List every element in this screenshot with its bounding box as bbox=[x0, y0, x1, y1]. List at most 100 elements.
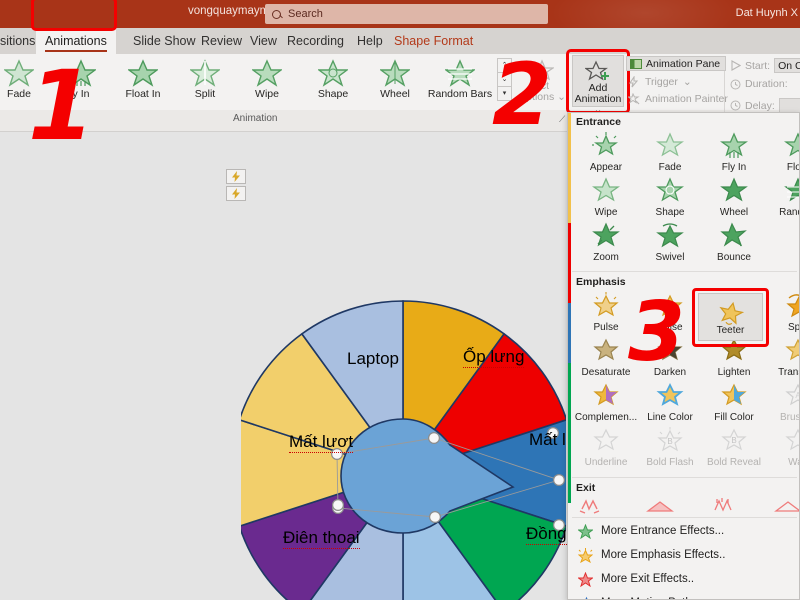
gallery-item-label: Swivel bbox=[638, 252, 702, 263]
menu-item-more-exit-effects[interactable]: More Exit Effects.. bbox=[568, 568, 800, 590]
star-icon: B bbox=[720, 426, 748, 454]
menu-item-label: More Exit Effects.. bbox=[601, 573, 694, 585]
tab-label: Slide Show bbox=[133, 34, 196, 48]
start-label: Start: bbox=[745, 60, 770, 72]
gallery-item-complementary-color[interactable]: Complemen... bbox=[574, 381, 638, 428]
dropdown-edge-accent bbox=[568, 113, 571, 223]
gallery-item-bounce[interactable]: Bounce bbox=[702, 221, 766, 268]
play-icon bbox=[730, 60, 741, 71]
gallery-item-label: Desaturate bbox=[574, 367, 638, 378]
trigger-button[interactable]: Trigger ⌄ bbox=[628, 76, 692, 88]
ribbon-effect-float-in[interactable]: Float In bbox=[110, 56, 176, 106]
search-placeholder: Search bbox=[288, 8, 323, 20]
selected-effect-teeter[interactable]: Teeter bbox=[698, 293, 763, 341]
gallery-item-label: Underline bbox=[574, 457, 638, 468]
effect-options-icon bbox=[530, 59, 554, 81]
effect-label: Wipe bbox=[234, 88, 300, 100]
ribbon-effect-fade[interactable]: Fade bbox=[0, 56, 52, 106]
gallery-item-fill-color[interactable]: Fill Color bbox=[702, 381, 766, 428]
tab-animations[interactable]: Animations bbox=[36, 28, 116, 54]
group-label-animation: Animation bbox=[233, 113, 277, 124]
gallery-item-fade[interactable]: Fade bbox=[638, 131, 702, 178]
gallery-item-fly-in[interactable]: Fly In bbox=[702, 131, 766, 178]
star-icon bbox=[784, 176, 800, 204]
spinner-wheel-graphic[interactable]: Laptop Ốp lưng Mất l Đồng Cáp sac MTB Đi… bbox=[241, 299, 566, 600]
star-icon bbox=[772, 497, 800, 515]
star-icon bbox=[656, 221, 684, 249]
effect-options-button[interactable]: ect Options ⌄ bbox=[516, 57, 568, 107]
star-icon: A bbox=[784, 381, 800, 409]
animation-sequence-marker-1[interactable] bbox=[226, 169, 246, 184]
gallery-item-desaturate[interactable]: Desaturate bbox=[574, 336, 638, 383]
delay-control[interactable]: Delay: bbox=[730, 98, 800, 113]
gallery-item-label: Transpar bbox=[766, 367, 800, 378]
gallery-item-appear[interactable]: Appear bbox=[574, 131, 638, 178]
ribbon-effect-split[interactable]: Split bbox=[172, 56, 238, 106]
menu-item-more-motion-paths[interactable]: More Motion Paths bbox=[568, 592, 800, 600]
duration-label: Duration: bbox=[745, 78, 788, 90]
star-icon bbox=[656, 131, 684, 159]
star-icon: B bbox=[656, 426, 684, 454]
tab-recording[interactable]: Recording bbox=[278, 28, 353, 54]
add-animation-button[interactable]: Add Animation ⌄ bbox=[572, 55, 624, 107]
gallery-item-label: Bold Reveal bbox=[702, 457, 766, 468]
animation-pane-label: Animation Pane bbox=[646, 58, 720, 70]
ribbon-effect-wipe[interactable]: Wipe bbox=[234, 56, 300, 106]
account-name[interactable]: Dat Huynh X bbox=[736, 7, 798, 19]
search-input[interactable]: Search bbox=[265, 4, 548, 24]
gallery-item-transparency[interactable]: Transpar bbox=[766, 336, 800, 383]
gallery-item-label: Spin bbox=[766, 322, 800, 333]
menu-item-more-emphasis-effects[interactable]: More Emphasis Effects.. bbox=[568, 544, 800, 566]
start-value[interactable]: On Cli bbox=[774, 58, 800, 73]
tab-label: Help bbox=[357, 34, 383, 48]
duration-control[interactable]: Duration: bbox=[730, 78, 788, 90]
gallery-item-label: Appear bbox=[574, 162, 638, 173]
gallery-item-darken[interactable]: Darken bbox=[638, 336, 702, 383]
wheel-segment-label: Mất lươt bbox=[289, 432, 353, 453]
gallery-item-label: Line Color bbox=[638, 412, 702, 423]
gallery-item-lighten[interactable]: Lighten bbox=[702, 336, 766, 383]
star-icon bbox=[66, 59, 96, 87]
gallery-scroll-controls[interactable]: ⌃ ⌄ ▾ bbox=[497, 58, 512, 104]
ribbon-effect-shape[interactable]: Shape bbox=[300, 56, 366, 106]
menu-item-more-entrance-effects[interactable]: More Entrance Effects... bbox=[568, 520, 800, 542]
gallery-item-color-pulse[interactable]: Pulse bbox=[638, 291, 702, 338]
ribbon-effect-random-bars[interactable]: Random Bars bbox=[415, 56, 505, 106]
tab-shape-format[interactable]: Shape Format bbox=[385, 28, 482, 54]
gallery-item-shape[interactable]: Shape bbox=[638, 176, 702, 223]
gallery-item-wipe[interactable]: Wipe bbox=[574, 176, 638, 223]
gallery-item-wheel[interactable]: Wheel bbox=[702, 176, 766, 223]
clock-icon bbox=[730, 79, 741, 90]
gallery-item-spin[interactable]: Spin bbox=[766, 291, 800, 338]
gallery-item-label: Wipe bbox=[574, 207, 638, 218]
animation-painter-button[interactable]: Animation Painter bbox=[628, 93, 728, 105]
animation-sequence-marker-2[interactable] bbox=[226, 186, 246, 201]
gallery-scroll-down-button[interactable]: ⌄ bbox=[497, 72, 512, 87]
star-icon bbox=[592, 426, 620, 454]
start-control[interactable]: Start: On Cli bbox=[730, 58, 800, 73]
animation-pane-button[interactable]: Animation Pane bbox=[626, 56, 726, 71]
dropdown-edge-accent bbox=[568, 303, 571, 363]
gallery-item-float-in[interactable]: Float bbox=[766, 131, 800, 178]
gallery-more-button[interactable]: ▾ bbox=[497, 86, 512, 101]
gallery-scroll-up-button[interactable]: ⌃ bbox=[497, 58, 512, 73]
gallery-item-label: Bold Flash bbox=[638, 457, 702, 468]
gallery-item-random-bars[interactable]: Random bbox=[766, 176, 800, 223]
lightning-icon bbox=[232, 171, 240, 182]
wheel-segment-label: Mất l bbox=[529, 430, 566, 450]
gallery-item-swivel[interactable]: Swivel bbox=[638, 221, 702, 268]
gallery-item-label: Float bbox=[766, 162, 800, 173]
wheel-segment-label: Đồng bbox=[526, 524, 567, 545]
ribbon-effect-fly-in[interactable]: y In bbox=[48, 56, 114, 106]
star-icon bbox=[642, 497, 682, 515]
star-icon bbox=[720, 176, 748, 204]
delay-value[interactable] bbox=[779, 98, 800, 113]
gallery-item-label: Pulse bbox=[638, 322, 702, 333]
gallery-item-zoom[interactable]: Zoom bbox=[574, 221, 638, 268]
gallery-item-pulse[interactable]: Pulse bbox=[574, 291, 638, 338]
search-icon bbox=[272, 10, 281, 19]
add-animation-gallery-dropdown[interactable]: Entrance Appear Fade Fly In Fl bbox=[567, 112, 800, 600]
chevron-down-icon: ⌄ bbox=[683, 76, 692, 88]
gallery-item-line-color[interactable]: Line Color bbox=[638, 381, 702, 428]
dropdown-edge-accent bbox=[568, 223, 571, 303]
